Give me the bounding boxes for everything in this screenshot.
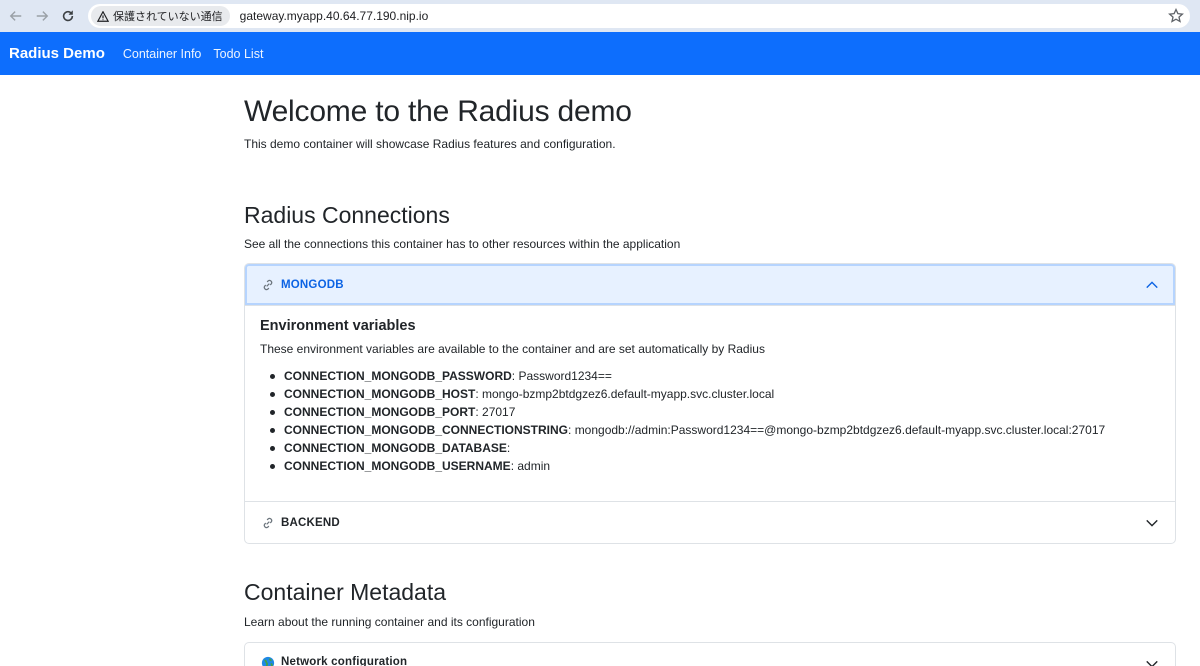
nav-link-container-info[interactable]: Container Info [123, 47, 202, 61]
env-value: mongodb://admin:Password1234==@mongo-bzm… [574, 423, 1106, 437]
reload-button[interactable] [55, 3, 81, 29]
url-text: gateway.myapp.40.64.77.190.nip.io [239, 9, 429, 23]
accordion-header-mongodb[interactable]: MONGODB [245, 264, 1175, 305]
metadata-heading: Container Metadata [244, 579, 447, 605]
env-value: mongo-bzmp2btdgzez6.default-myapp.svc.cl… [482, 387, 775, 401]
warning-icon [97, 10, 109, 22]
env-key: CONNECTION_MONGODB_HOST [284, 387, 476, 401]
connections-heading: Radius Connections [244, 202, 450, 228]
env-value: admin [517, 459, 551, 473]
brand-link[interactable]: Radius Demo [9, 45, 105, 62]
env-vars-heading: Environment variables [260, 318, 416, 334]
list-item: CONNECTION_MONGODB_DATABASE: [270, 439, 1160, 457]
link-icon [263, 279, 273, 290]
security-label: 保護されていない通信 [113, 11, 223, 23]
connections-accordion: MONGODB Environment variables These envi… [244, 263, 1176, 544]
bookmark-star-icon[interactable] [1168, 8, 1184, 24]
arrow-left-icon [9, 11, 22, 21]
back-button[interactable] [3, 3, 29, 29]
metadata-accordion: Network configuration [244, 642, 1176, 666]
chevron-down-icon [1146, 519, 1158, 527]
accordion-header-backend[interactable]: BACKEND [245, 502, 1175, 543]
env-var-list: CONNECTION_MONGODB_PASSWORD: Password123… [270, 367, 1160, 475]
app-navbar: Radius Demo Container Info Todo List [0, 32, 1200, 75]
chevron-down-icon [1146, 660, 1158, 666]
connections-subtitle: See all the connections this container h… [244, 237, 681, 251]
security-indicator[interactable]: 保護されていない通信 [91, 6, 230, 26]
list-item: CONNECTION_MONGODB_HOST: mongo-bzmp2btdg… [270, 385, 1160, 403]
globe-icon [261, 656, 275, 666]
accordion-title-mongodb: MONGODB [281, 278, 344, 291]
list-item: CONNECTION_MONGODB_PORT: 27017 [270, 403, 1160, 421]
accordion-title-network: Network configuration [281, 656, 408, 666]
env-vars-description: These environment variables are availabl… [260, 342, 765, 356]
env-key: CONNECTION_MONGODB_USERNAME [284, 459, 511, 473]
env-key: CONNECTION_MONGODB_PORT [284, 405, 476, 419]
accordion-header-network[interactable]: Network configuration [245, 643, 1175, 666]
chevron-up-icon [1146, 281, 1158, 289]
accordion-title-backend: BACKEND [281, 516, 340, 529]
accordion-body-mongodb: Environment variables These environment … [245, 306, 1175, 501]
link-icon [263, 517, 273, 528]
reload-icon [62, 10, 74, 22]
browser-toolbar: 保護されていない通信 gateway.myapp.40.64.77.190.ni… [0, 0, 1200, 32]
forward-button[interactable] [29, 3, 55, 29]
list-item: CONNECTION_MONGODB_PASSWORD: Password123… [270, 367, 1160, 385]
page-subtitle: This demo container will showcase Radius… [244, 137, 616, 151]
nav-link-todo-list[interactable]: Todo List [213, 47, 263, 61]
env-key: CONNECTION_MONGODB_CONNECTIONSTRING [284, 423, 569, 437]
env-key: CONNECTION_MONGODB_DATABASE [284, 441, 507, 455]
list-item: CONNECTION_MONGODB_USERNAME: admin [270, 457, 1160, 475]
metadata-subtitle: Learn about the running container and it… [244, 615, 535, 629]
address-bar[interactable]: 保護されていない通信 gateway.myapp.40.64.77.190.ni… [88, 4, 1190, 28]
env-value: 27017 [482, 405, 516, 419]
list-item: CONNECTION_MONGODB_CONNECTIONSTRING: mon… [270, 421, 1160, 439]
arrow-right-icon [36, 11, 49, 21]
env-value: Password1234== [518, 369, 612, 383]
page-title: Welcome to the Radius demo [244, 95, 632, 128]
env-key: CONNECTION_MONGODB_PASSWORD [284, 369, 512, 383]
